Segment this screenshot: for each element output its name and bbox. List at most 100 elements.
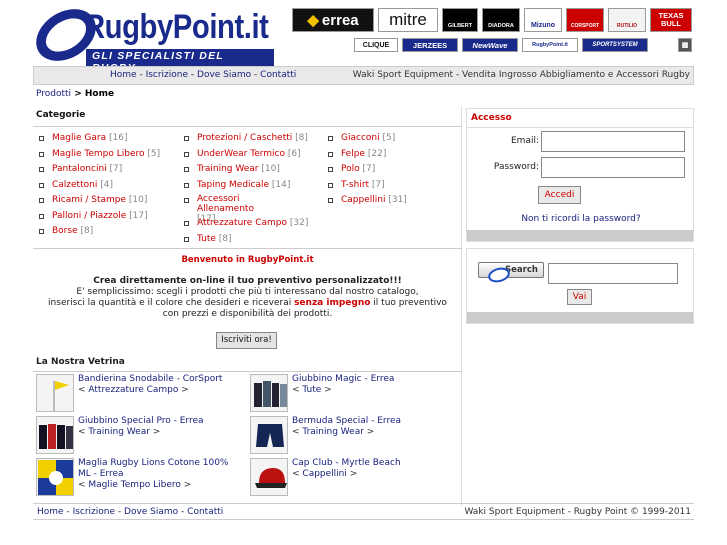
category-calzettoni[interactable]: Calzettoni [4] bbox=[36, 179, 160, 195]
footer-sep: - bbox=[115, 507, 125, 517]
product-image[interactable] bbox=[250, 374, 288, 412]
brand-mitre[interactable]: mitre bbox=[378, 8, 438, 32]
product-image[interactable] bbox=[36, 374, 74, 412]
nav-link-contatti[interactable]: Contatti bbox=[260, 70, 296, 80]
category-attrezzature-campo[interactable]: Attrezzature Campo [32] bbox=[181, 217, 308, 233]
category-accessori-allenamento[interactable]: Accessori Allenamento [17] bbox=[181, 194, 261, 224]
product-image[interactable] bbox=[250, 458, 288, 496]
nav-link-iscrizione[interactable]: Iscrizione bbox=[146, 70, 188, 80]
nav-link-home[interactable]: Home bbox=[110, 70, 137, 80]
product-category: < Training Wear > bbox=[292, 427, 375, 437]
divider bbox=[33, 371, 462, 372]
product-image[interactable] bbox=[250, 416, 288, 454]
search-input[interactable] bbox=[548, 263, 678, 284]
category-maglie-tempo-libero[interactable]: Maglie Tempo Libero [5] bbox=[36, 148, 160, 164]
product-card: Giubbino Special Pro - Errea < Training … bbox=[36, 416, 236, 456]
category-polo[interactable]: Polo [7] bbox=[325, 163, 407, 179]
top-nav-links: Home - Iscrizione - Dove Siamo - Contatt… bbox=[110, 70, 296, 80]
footer-link-iscrizione[interactable]: Iscrizione bbox=[73, 507, 115, 517]
footer-sep: - bbox=[178, 507, 188, 517]
copyright: Waki Sport Equipment - Rugby Point © 199… bbox=[464, 507, 691, 517]
brand-rutilio[interactable]: RUTILIO bbox=[608, 8, 646, 32]
site-slogan: Waki Sport Equipment - Vendita Ingrosso … bbox=[352, 70, 690, 80]
search-button[interactable]: Search bbox=[478, 262, 544, 285]
email-field[interactable] bbox=[541, 131, 685, 152]
product-name[interactable]: Giubbino Magic - Errea bbox=[292, 374, 452, 385]
product-category-link[interactable]: Tute bbox=[302, 385, 321, 395]
product-category-link[interactable]: Maglie Tempo Libero bbox=[88, 480, 181, 490]
site-logo[interactable]: RugbyPoint.it GLI SPECIALISTI DEL RUGBY bbox=[26, 0, 274, 75]
brand-extra[interactable]: ▦ bbox=[678, 38, 692, 52]
product-name[interactable]: Cap Club - Myrtle Beach bbox=[292, 458, 452, 469]
category-taping-medicale[interactable]: Taping Medicale [14] bbox=[181, 179, 308, 195]
product-name[interactable]: Giubbino Special Pro - Errea bbox=[78, 416, 238, 427]
category-palloni-piazzole[interactable]: Palloni / Piazzole [17] bbox=[36, 210, 160, 226]
product-category-link[interactable]: Training Wear bbox=[302, 427, 364, 437]
footer-link-home[interactable]: Home bbox=[37, 507, 64, 517]
category-cappellini[interactable]: Cappellini [31] bbox=[325, 194, 407, 210]
category-tshirt[interactable]: T-shirt [7] bbox=[325, 179, 407, 195]
brand-mizuno[interactable]: Mizuno bbox=[524, 8, 562, 32]
breadcrumb-prodotti[interactable]: Prodotti bbox=[36, 89, 71, 99]
category-pantaloncini[interactable]: Pantaloncini [7] bbox=[36, 163, 160, 179]
category-felpe[interactable]: Felpe [22] bbox=[325, 148, 407, 164]
magnifier-icon bbox=[486, 265, 512, 285]
product-name[interactable]: Maglia Rugby Lions Cotone 100% ML - Erre… bbox=[78, 458, 238, 480]
footer-links: Home - Iscrizione - Dove Siamo - Contatt… bbox=[37, 507, 223, 517]
product-category-link[interactable]: Training Wear bbox=[88, 427, 150, 437]
category-tute[interactable]: Tute [8] bbox=[181, 233, 308, 249]
email-label: Email: bbox=[510, 136, 539, 146]
category-giacconi[interactable]: Giacconi [5] bbox=[325, 132, 407, 148]
vetrina-title: La Nostra Vetrina bbox=[36, 357, 125, 367]
nav-sep: - bbox=[251, 70, 261, 80]
breadcrumb-current: Home bbox=[84, 89, 115, 99]
welcome-line-3: inserisci la quantità e il colore che de… bbox=[48, 298, 447, 308]
product-name[interactable]: Bermuda Special - Errea bbox=[292, 416, 452, 427]
footer-link-dove-siamo[interactable]: Dove Siamo bbox=[124, 507, 178, 517]
product-image[interactable] bbox=[36, 458, 74, 496]
category-underwear-termico[interactable]: UnderWear Termico [6] bbox=[181, 148, 308, 164]
welcome-line-1: Crea direttamente on-line il tuo prevent… bbox=[93, 276, 402, 286]
divider bbox=[33, 126, 462, 127]
brand-newwave[interactable]: NewWave bbox=[462, 38, 518, 52]
footer-link-contatti[interactable]: Contatti bbox=[187, 507, 223, 517]
brand-corsport[interactable]: CORSPORT bbox=[566, 8, 604, 32]
divider bbox=[33, 248, 462, 249]
rugby-shirt-image-icon bbox=[38, 460, 73, 495]
brand-texas-bull[interactable]: TEXAS BULL bbox=[650, 8, 692, 32]
brand-diadora[interactable]: DIADORA bbox=[482, 8, 520, 32]
category-borse[interactable]: Borse [8] bbox=[36, 225, 160, 241]
nav-sep: - bbox=[136, 70, 146, 80]
category-maglie-gara[interactable]: Maglie Gara [16] bbox=[36, 132, 160, 148]
welcome-line-4: con prezzi e disponibilità dei prodotti. bbox=[162, 309, 333, 319]
product-name[interactable]: Bandierina Snodabile - CorSport bbox=[78, 374, 238, 385]
welcome-line-2: E' semplicissimo: scegli i prodotti che … bbox=[76, 287, 419, 297]
brand-errea[interactable]: ◆ errea bbox=[292, 8, 374, 32]
forgot-password-link[interactable]: Non ti ricordi la password? bbox=[467, 214, 695, 224]
product-card: Cap Club - Myrtle Beach < Cappellini > bbox=[250, 458, 450, 498]
shorts-image-icon bbox=[256, 424, 284, 447]
brand-jerzees[interactable]: JERZEES bbox=[402, 38, 458, 52]
product-category-link[interactable]: Attrezzature Campo bbox=[88, 385, 178, 395]
flag-image-icon bbox=[53, 381, 69, 411]
search-submit-button[interactable]: Vai bbox=[567, 289, 592, 305]
jacket-image-icon bbox=[39, 424, 73, 449]
brand-gilbert[interactable]: GILBERT bbox=[442, 8, 478, 32]
brand-rugbypoint[interactable]: RugbyPoint.it bbox=[522, 38, 578, 52]
box-footer-bar bbox=[467, 312, 693, 323]
brand-clique[interactable]: CLIQUE bbox=[354, 38, 398, 52]
nav-link-dove-siamo[interactable]: Dove Siamo bbox=[197, 70, 251, 80]
login-button[interactable]: Accedi bbox=[538, 186, 581, 204]
product-category: < Training Wear > bbox=[78, 427, 161, 437]
brand-sportsystem[interactable]: SPORTSYSTEM bbox=[582, 38, 648, 52]
product-image[interactable] bbox=[36, 416, 74, 454]
signup-button[interactable]: Iscriviti ora! bbox=[216, 332, 277, 349]
product-card: Bandierina Snodabile - CorSport < Attrez… bbox=[36, 374, 236, 414]
product-category-link[interactable]: Cappellini bbox=[302, 469, 346, 479]
password-field[interactable] bbox=[541, 157, 685, 178]
category-protezioni-caschetti[interactable]: Protezioni / Caschetti [8] bbox=[181, 132, 308, 148]
category-training-wear[interactable]: Training Wear [10] bbox=[181, 163, 308, 179]
cap-image-icon bbox=[255, 468, 287, 488]
category-ricami-stampe[interactable]: Ricami / Stampe [10] bbox=[36, 194, 160, 210]
login-title: Accesso bbox=[467, 109, 693, 128]
